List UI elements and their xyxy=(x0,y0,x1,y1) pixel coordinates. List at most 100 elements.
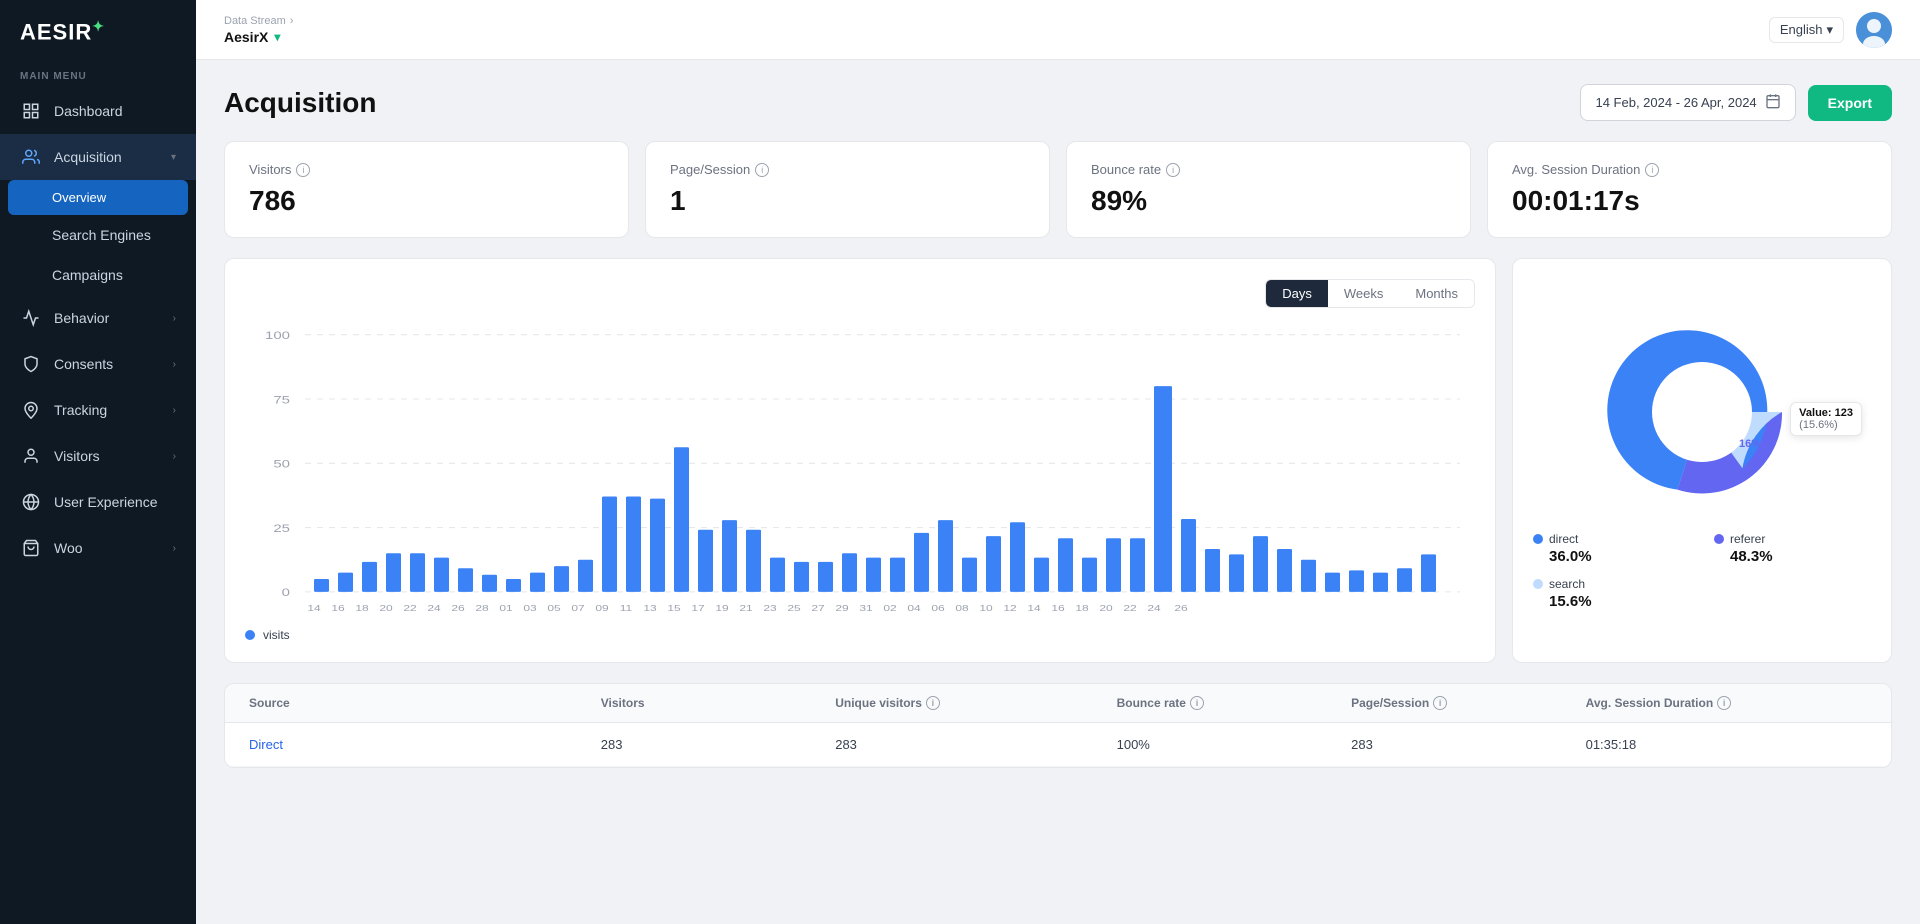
info-icon-bounce-rate: i xyxy=(1166,163,1180,177)
svg-text:21: 21 xyxy=(739,605,753,614)
svg-text:10: 10 xyxy=(979,605,993,614)
col-page-session: Page/Session i xyxy=(1351,696,1585,710)
legend-dot-referer xyxy=(1714,534,1724,544)
topbar-right: English ▾ xyxy=(1769,12,1892,48)
svg-text:22: 22 xyxy=(403,605,417,614)
svg-text:25: 25 xyxy=(273,522,290,534)
col-bounce: Bounce rate i xyxy=(1117,696,1352,710)
user-icon xyxy=(20,445,42,467)
stat-card-bounce-rate: Bounce rate i 89% xyxy=(1066,141,1471,238)
date-range-button[interactable]: 14 Feb, 2024 - 26 Apr, 2024 xyxy=(1580,84,1795,121)
legend-item-referer: referer 48.3% xyxy=(1714,532,1871,565)
svg-text:08: 08 xyxy=(955,605,969,614)
chevron-right-icon-5: › xyxy=(173,543,176,554)
svg-text:07: 07 xyxy=(571,605,585,614)
dashboard-label: Dashboard xyxy=(54,103,123,119)
main-content: Data Stream › AesirX ▾ English ▾ Acquisi… xyxy=(196,0,1920,924)
calendar-icon xyxy=(1765,93,1781,112)
breadcrumb: Data Stream › xyxy=(224,15,293,27)
col-unique: Unique visitors i xyxy=(835,696,1116,710)
legend-dot-direct xyxy=(1533,534,1543,544)
legend-label-referer: referer xyxy=(1730,532,1765,546)
logo-text: AESIR✦ xyxy=(20,18,105,45)
sidebar-item-woo[interactable]: Woo › xyxy=(0,525,196,571)
svg-text:04: 04 xyxy=(907,605,921,614)
legend-value-search: 15.6% xyxy=(1549,593,1690,610)
sidebar-sub-item-overview[interactable]: Overview xyxy=(8,180,188,215)
chart-legend: visits xyxy=(245,624,1475,642)
user-experience-label: User Experience xyxy=(54,494,158,510)
page-header: Acquisition 14 Feb, 2024 - 26 Apr, 2024 … xyxy=(224,84,1892,121)
row-duration: 01:35:18 xyxy=(1586,737,1867,752)
svg-text:06: 06 xyxy=(931,605,945,614)
days-button[interactable]: Days xyxy=(1266,280,1328,307)
info-icon-bounce: i xyxy=(1190,696,1204,710)
svg-text:26: 26 xyxy=(451,605,465,614)
language-selector[interactable]: English ▾ xyxy=(1769,17,1844,43)
stat-value-avg-duration: 00:01:17s xyxy=(1512,185,1867,217)
main-menu-label: MAIN MENU xyxy=(0,63,196,88)
campaigns-label: Campaigns xyxy=(52,267,123,283)
pie-tooltip-label: Value: 123 xyxy=(1799,407,1853,419)
woo-label: Woo xyxy=(54,540,83,556)
sidebar-item-visitors[interactable]: Visitors › xyxy=(0,433,196,479)
svg-text:17: 17 xyxy=(691,605,705,614)
sidebar-item-tracking[interactable]: Tracking › xyxy=(0,387,196,433)
sidebar-item-user-experience[interactable]: User Experience xyxy=(0,479,196,525)
legend-label-direct: direct xyxy=(1549,532,1578,546)
weeks-button[interactable]: Weeks xyxy=(1328,280,1400,307)
legend-label-visits: visits xyxy=(263,628,290,642)
topbar-left: Data Stream › AesirX ▾ xyxy=(224,15,293,45)
sidebar-item-behavior[interactable]: Behavior › xyxy=(0,295,196,341)
chevron-right-icon-2: › xyxy=(173,359,176,370)
svg-text:12: 12 xyxy=(1003,605,1017,614)
stat-card-page-session: Page/Session i 1 xyxy=(645,141,1050,238)
activity-icon xyxy=(20,307,42,329)
consents-label: Consents xyxy=(54,356,113,372)
svg-text:48%: 48% xyxy=(1664,425,1690,440)
svg-text:26: 26 xyxy=(1174,605,1188,614)
page-content: Acquisition 14 Feb, 2024 - 26 Apr, 2024 … xyxy=(196,60,1920,924)
stat-label-page-session: Page/Session i xyxy=(670,162,1025,177)
export-button[interactable]: Export xyxy=(1808,85,1892,121)
sidebar-item-campaigns[interactable]: Campaigns xyxy=(0,255,196,295)
info-icon-page-session: i xyxy=(755,163,769,177)
svg-text:05: 05 xyxy=(547,605,561,614)
sidebar-item-dashboard[interactable]: Dashboard xyxy=(0,88,196,134)
svg-text:24: 24 xyxy=(1147,605,1161,614)
bar-chart-svg: 100 75 50 25 0 xyxy=(245,324,1475,624)
svg-text:25: 25 xyxy=(787,605,801,614)
sidebar-item-acquisition[interactable]: Acquisition ▾ xyxy=(0,134,196,180)
sidebar-item-search-engines[interactable]: Search Engines xyxy=(0,215,196,255)
pie-legend: direct 36.0% referer 48.3% xyxy=(1533,532,1871,610)
svg-text:0: 0 xyxy=(282,586,290,598)
stat-card-visitors: Visitors i 786 xyxy=(224,141,629,238)
data-table: Source Visitors Unique visitors i Bounce… xyxy=(224,683,1892,768)
legend-item-search: search 15.6% xyxy=(1533,577,1690,610)
col-source: Source xyxy=(249,696,601,710)
svg-text:100: 100 xyxy=(265,329,290,341)
legend-value-referer: 48.3% xyxy=(1730,548,1871,565)
svg-text:01: 01 xyxy=(499,605,513,614)
svg-text:27: 27 xyxy=(811,605,825,614)
svg-text:13: 13 xyxy=(643,605,657,614)
visitors-label: Visitors xyxy=(54,448,100,464)
topbar-dropdown-icon[interactable]: ▾ xyxy=(274,30,280,44)
row-source[interactable]: Direct xyxy=(249,737,601,752)
svg-text:36%: 36% xyxy=(1719,385,1745,400)
avatar[interactable] xyxy=(1856,12,1892,48)
acquisition-label: Acquisition xyxy=(54,149,122,165)
chevron-down-icon: ▾ xyxy=(171,152,176,163)
users-icon xyxy=(20,146,42,168)
svg-text:23: 23 xyxy=(763,605,777,614)
pie-tooltip: Value: 123 (15.6%) xyxy=(1790,402,1862,436)
months-button[interactable]: Months xyxy=(1399,280,1474,307)
globe-icon xyxy=(20,491,42,513)
sidebar-item-consents[interactable]: Consents › xyxy=(0,341,196,387)
col-visitors: Visitors xyxy=(601,696,835,710)
svg-text:75: 75 xyxy=(273,393,290,405)
bar-chart-card: Days Weeks Months 100 xyxy=(224,258,1496,663)
page-title: Acquisition xyxy=(224,87,376,119)
svg-text:29: 29 xyxy=(835,605,849,614)
stat-card-avg-duration: Avg. Session Duration i 00:01:17s xyxy=(1487,141,1892,238)
